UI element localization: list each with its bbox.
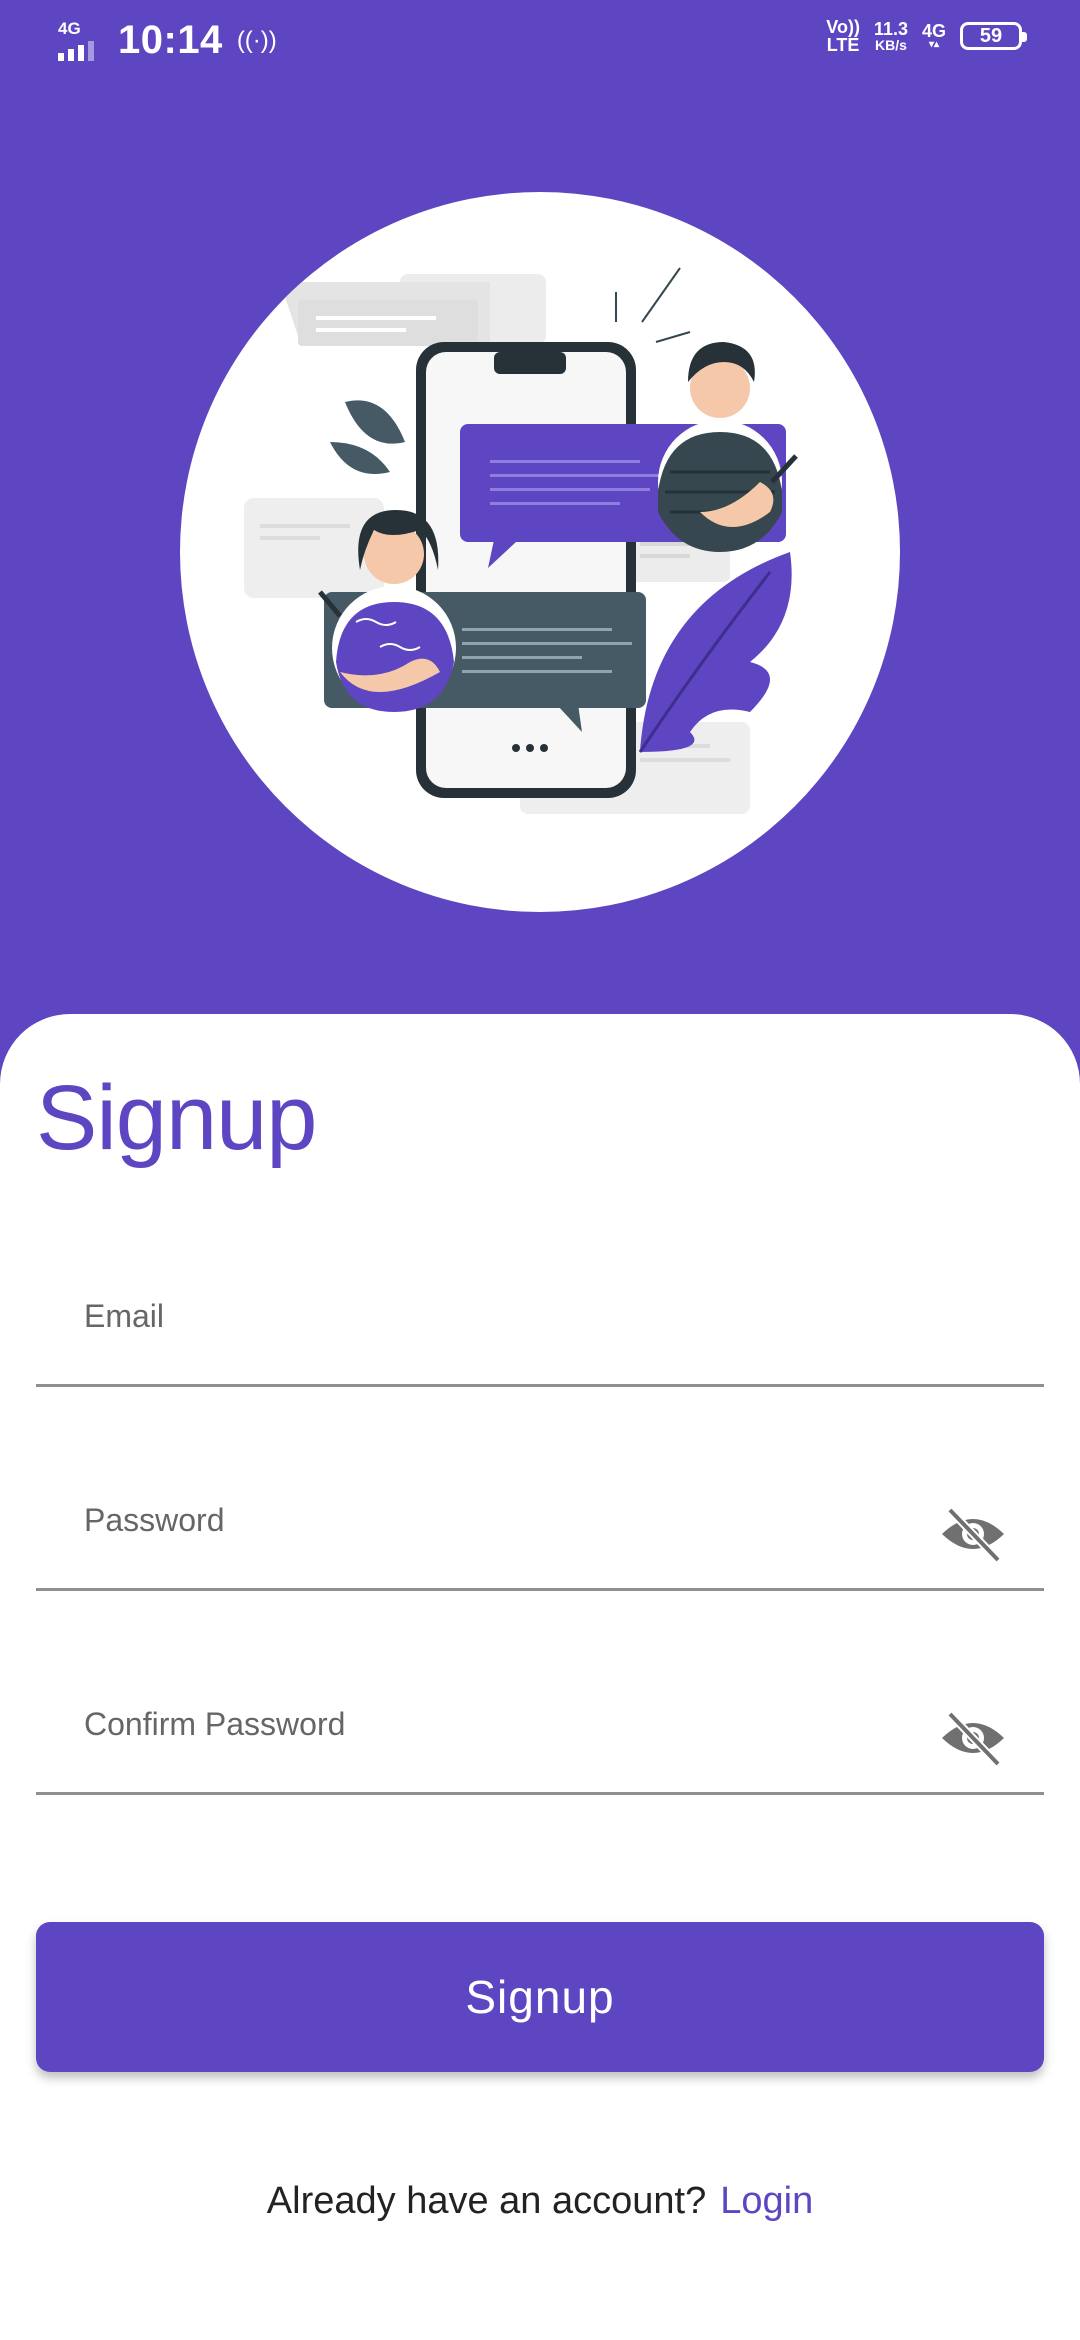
password-placeholder: Password <box>84 1502 225 1538</box>
eye-off-icon[interactable] <box>938 1710 1008 1766</box>
network-type-icon: 4G ▾▴ <box>921 21 946 50</box>
volte-indicator: Vo)) LTE <box>826 17 860 55</box>
login-prompt-text: Already have an account? <box>266 2180 707 2222</box>
login-link[interactable]: Login <box>720 2180 813 2222</box>
status-bar: 4G 10:14 ((·)) Vo)) LTE 11.3 KB/s 4G ▾▴ … <box>0 0 1080 84</box>
eye-off-icon[interactable] <box>938 1506 1008 1562</box>
battery-level: 59 <box>979 24 1003 47</box>
login-prompt: Already have an account? Login <box>0 2180 1080 2223</box>
battery-icon: 59 <box>960 22 1027 50</box>
signup-sheet: Signup Email Password Confirm Password S… <box>0 1014 1080 2340</box>
confirm-password-placeholder: Confirm Password <box>84 1706 346 1742</box>
chat-illustration <box>180 192 900 912</box>
signal-icon: 4G <box>56 19 104 63</box>
page-title: Signup <box>36 1067 317 1169</box>
clock: 10:14 <box>118 18 223 62</box>
signup-button[interactable]: Signup <box>36 1922 1044 2072</box>
email-field[interactable]: Email <box>36 1264 1044 1387</box>
password-field[interactable]: Password <box>36 1468 1044 1591</box>
email-placeholder: Email <box>84 1298 165 1334</box>
confirm-password-field[interactable]: Confirm Password <box>36 1672 1044 1795</box>
network-speed: 11.3 KB/s <box>873 19 908 53</box>
hotspot-icon: ((·)) <box>236 26 277 54</box>
